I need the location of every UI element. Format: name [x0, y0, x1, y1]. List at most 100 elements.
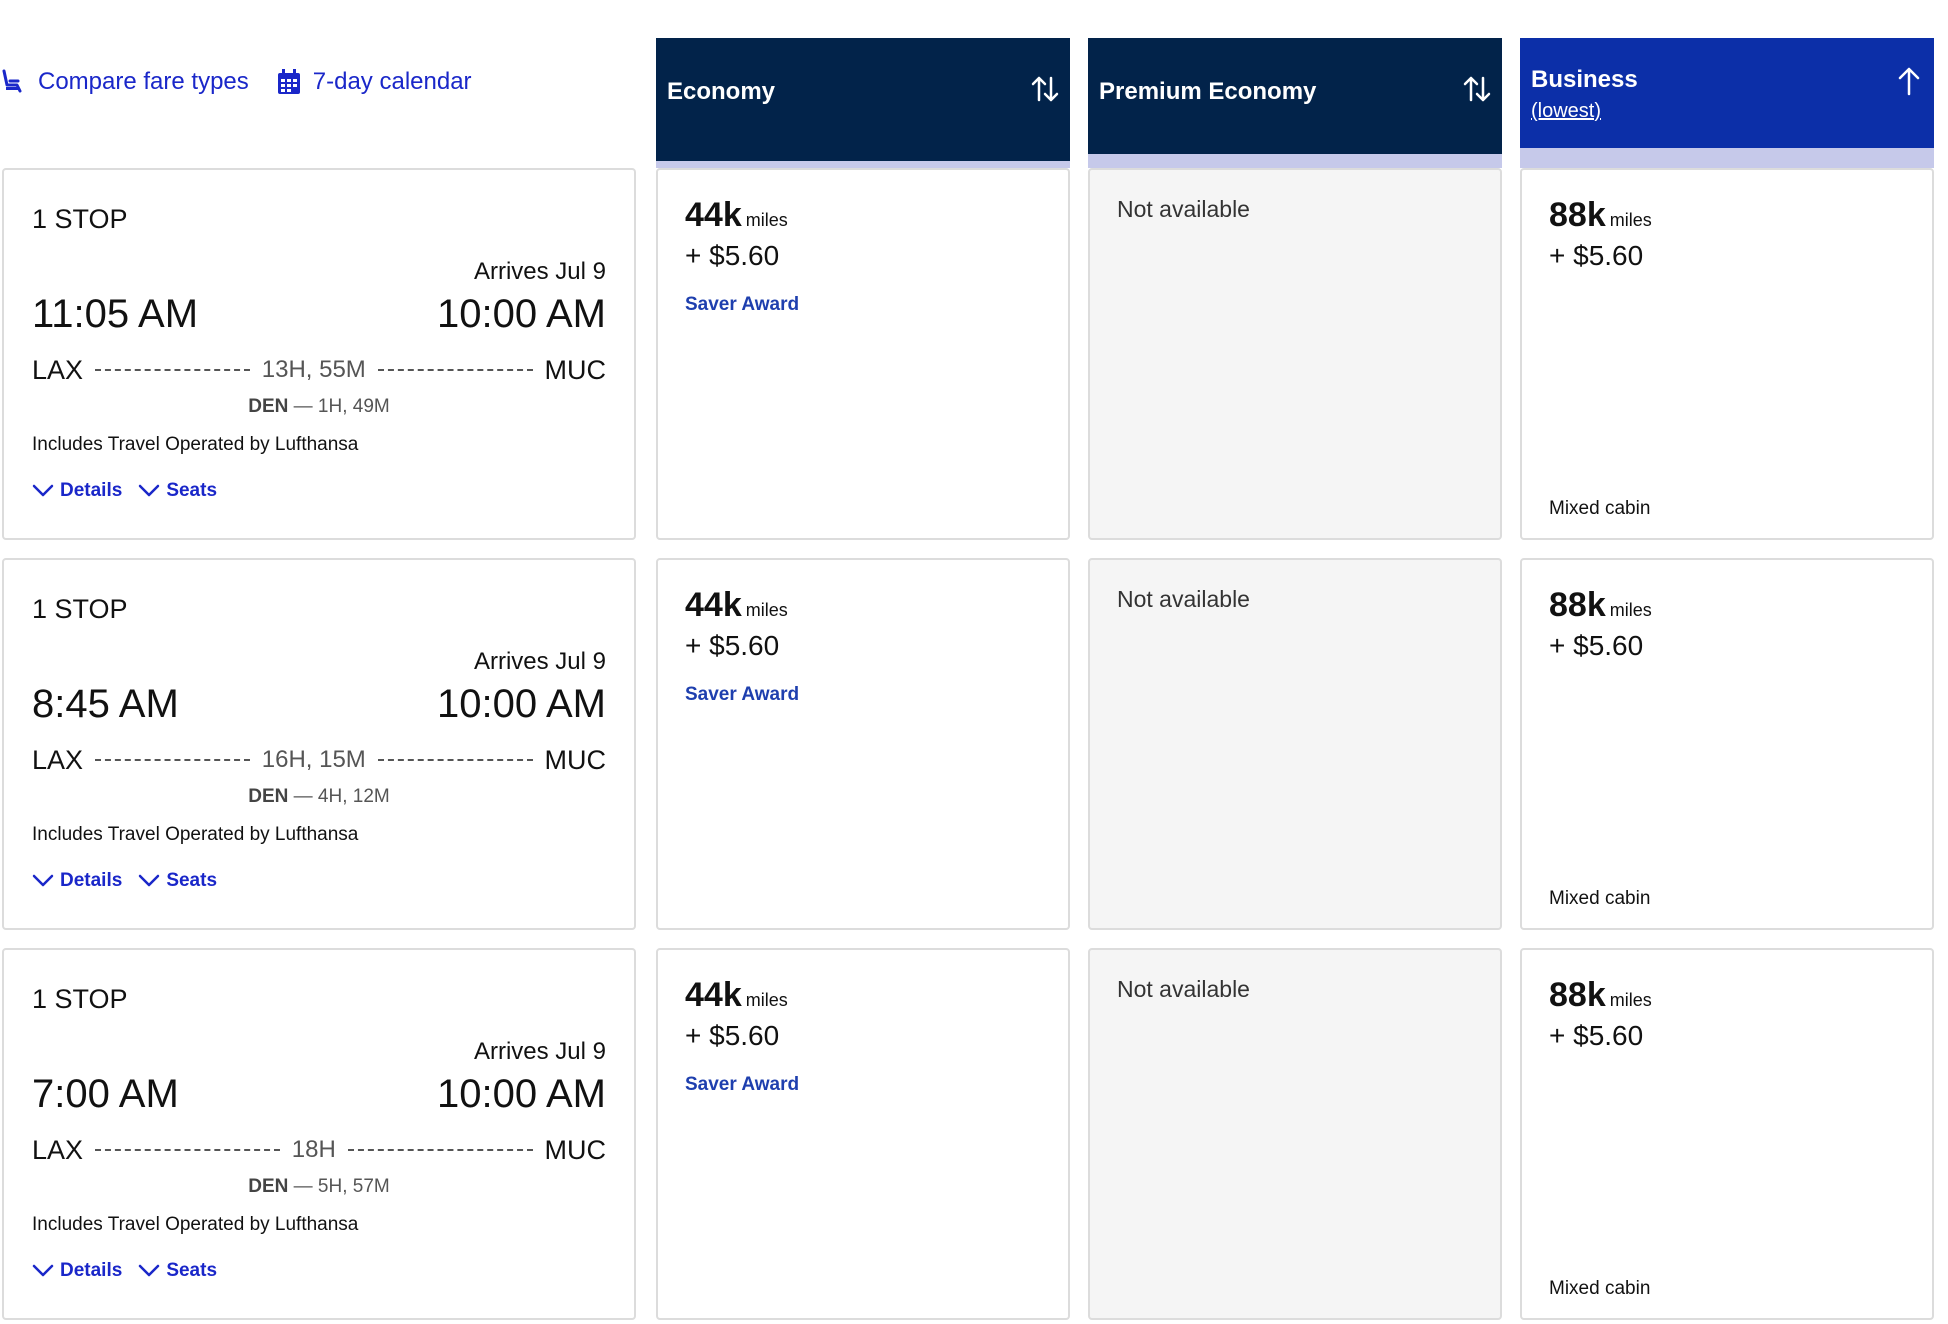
layover-info: DEN — 5H, 57M: [4, 1176, 634, 1198]
seats-label: Seats: [166, 480, 218, 501]
miles-amount: 44k: [685, 586, 742, 624]
details-toggle[interactable]: Details: [32, 1260, 122, 1282]
chevron-down-icon: [32, 1264, 54, 1277]
miles-unit: miles: [745, 210, 788, 230]
departure-time: 7:00 AM: [32, 1072, 179, 1116]
business-miles: 88k miles: [1549, 586, 1652, 625]
economy-miles: 44k miles: [685, 196, 788, 235]
chevron-down-icon: [139, 874, 160, 887]
flight-card[interactable]: 1 STOP Arrives Jul 9 11:05 AM 10:00 AM L…: [2, 168, 636, 540]
route-dash-left: [95, 759, 250, 761]
route-dash-right: [347, 1149, 533, 1151]
miles-amount: 88k: [1549, 586, 1606, 624]
layover-info: DEN — 4H, 12M: [4, 786, 634, 808]
economy-taxes: + $5.60: [685, 630, 780, 661]
stops-label: 1 STOP: [32, 984, 128, 1014]
seats-label: Seats: [166, 1260, 218, 1281]
compare-fare-types-link[interactable]: Compare fare types: [0, 68, 249, 96]
arrow-up-icon[interactable]: [1894, 66, 1924, 96]
column-header-economy[interactable]: Economy: [656, 38, 1070, 168]
flight-duration: 18H: [291, 1136, 336, 1163]
layover-info: DEN — 1H, 49M: [4, 396, 634, 418]
arrival-date: Arrives Jul 9: [473, 1038, 606, 1065]
fare-cell-business[interactable]: 88k miles + $5.60 Mixed cabin: [1520, 168, 1934, 540]
seats-toggle[interactable]: Seats: [138, 870, 217, 892]
business-taxes: + $5.60: [1549, 240, 1644, 271]
arrival-date: Arrives Jul 9: [473, 258, 606, 285]
sort-up-down-icon[interactable]: [1462, 74, 1492, 104]
column-header-bar: [656, 161, 1070, 168]
destination-airport: MUC: [544, 354, 607, 385]
column-header-bar: [1520, 148, 1934, 168]
fare-toolbar: Compare fare types 7-day calendar: [0, 62, 500, 102]
details-toggle[interactable]: Details: [32, 480, 122, 502]
mixed-cabin-note: Mixed cabin: [1549, 498, 1651, 519]
fare-cell-economy[interactable]: 44k miles + $5.60 Saver Award: [656, 168, 1070, 540]
miles-amount: 88k: [1549, 976, 1606, 1014]
column-title: Business: [1531, 66, 1638, 93]
column-header-business[interactable]: Business (lowest): [1520, 38, 1934, 168]
column-subtitle-lowest: (lowest): [1531, 100, 1602, 122]
column-header-bar: [1088, 154, 1502, 168]
layover-airport: DEN: [248, 1176, 289, 1197]
fare-cell-premium-economy: Not available: [1088, 168, 1502, 540]
fare-cell-economy[interactable]: 44k miles + $5.60 Saver Award: [656, 558, 1070, 930]
flight-duration: 13H, 55M: [261, 356, 366, 383]
business-taxes: + $5.60: [1549, 630, 1644, 661]
fare-cell-business[interactable]: 88k miles + $5.60 Mixed cabin: [1520, 948, 1934, 1320]
column-title: Economy: [667, 78, 776, 105]
flight-links: Details Seats: [32, 1260, 233, 1282]
origin-airport: LAX: [32, 1134, 84, 1165]
mixed-cabin-note: Mixed cabin: [1549, 1278, 1651, 1299]
flight-links: Details Seats: [32, 480, 233, 502]
fare-cell-economy[interactable]: 44k miles + $5.60 Saver Award: [656, 948, 1070, 1320]
economy-miles: 44k miles: [685, 976, 788, 1015]
flight-duration: 16H, 15M: [261, 746, 366, 773]
sort-up-down-icon[interactable]: [1030, 74, 1060, 104]
origin-airport: LAX: [32, 744, 84, 775]
miles-unit: miles: [1609, 210, 1652, 230]
miles-unit: miles: [745, 990, 788, 1010]
business-taxes: + $5.60: [1549, 1020, 1644, 1051]
arrival-time: 10:00 AM: [436, 292, 606, 336]
flight-card[interactable]: 1 STOP Arrives Jul 9 8:45 AM 10:00 AM LA…: [2, 558, 636, 930]
economy-taxes: + $5.60: [685, 240, 780, 271]
compare-fare-types-label: Compare fare types: [38, 68, 249, 95]
miles-amount: 44k: [685, 976, 742, 1014]
seats-toggle[interactable]: Seats: [138, 1260, 217, 1282]
seats-toggle[interactable]: Seats: [138, 480, 217, 502]
saver-award-label: Saver Award: [685, 1074, 800, 1095]
not-available-label: Not available: [1117, 196, 1250, 222]
fare-cell-premium-economy: Not available: [1088, 948, 1502, 1320]
fare-cell-business[interactable]: 88k miles + $5.60 Mixed cabin: [1520, 558, 1934, 930]
not-available-label: Not available: [1117, 976, 1250, 1002]
column-title: Premium Economy: [1099, 78, 1317, 105]
layover-duration: — 5H, 57M: [293, 1176, 390, 1197]
calendar-icon: [277, 69, 300, 94]
fare-cell-premium-economy: Not available: [1088, 558, 1502, 930]
route-dash-left: [95, 1149, 280, 1151]
chevron-down-icon: [139, 484, 160, 497]
chevron-down-icon: [32, 874, 54, 887]
route-dash-right: [377, 759, 533, 761]
column-header-premium-economy[interactable]: Premium Economy: [1088, 38, 1502, 168]
mixed-cabin-note: Mixed cabin: [1549, 888, 1651, 909]
flight-card[interactable]: 1 STOP Arrives Jul 9 7:00 AM 10:00 AM LA…: [2, 948, 636, 1320]
details-label: Details: [60, 480, 123, 501]
route-line: LAX 13H, 55M MUC: [32, 352, 606, 388]
miles-unit: miles: [1609, 600, 1652, 620]
miles-amount: 44k: [685, 196, 742, 234]
destination-airport: MUC: [544, 1134, 607, 1165]
saver-award-label: Saver Award: [685, 684, 800, 705]
seat-icon: [2, 69, 22, 93]
operated-by-note: Includes Travel Operated by Lufthansa: [32, 434, 359, 455]
layover-duration: — 1H, 49M: [293, 396, 390, 417]
business-miles: 88k miles: [1549, 976, 1652, 1015]
seven-day-calendar-label: 7-day calendar: [312, 68, 472, 95]
miles-unit: miles: [745, 600, 788, 620]
operated-by-note: Includes Travel Operated by Lufthansa: [32, 1214, 359, 1235]
seven-day-calendar-link[interactable]: 7-day calendar: [277, 68, 472, 96]
stops-label: 1 STOP: [32, 204, 128, 234]
operated-by-note: Includes Travel Operated by Lufthansa: [32, 824, 359, 845]
details-toggle[interactable]: Details: [32, 870, 122, 892]
